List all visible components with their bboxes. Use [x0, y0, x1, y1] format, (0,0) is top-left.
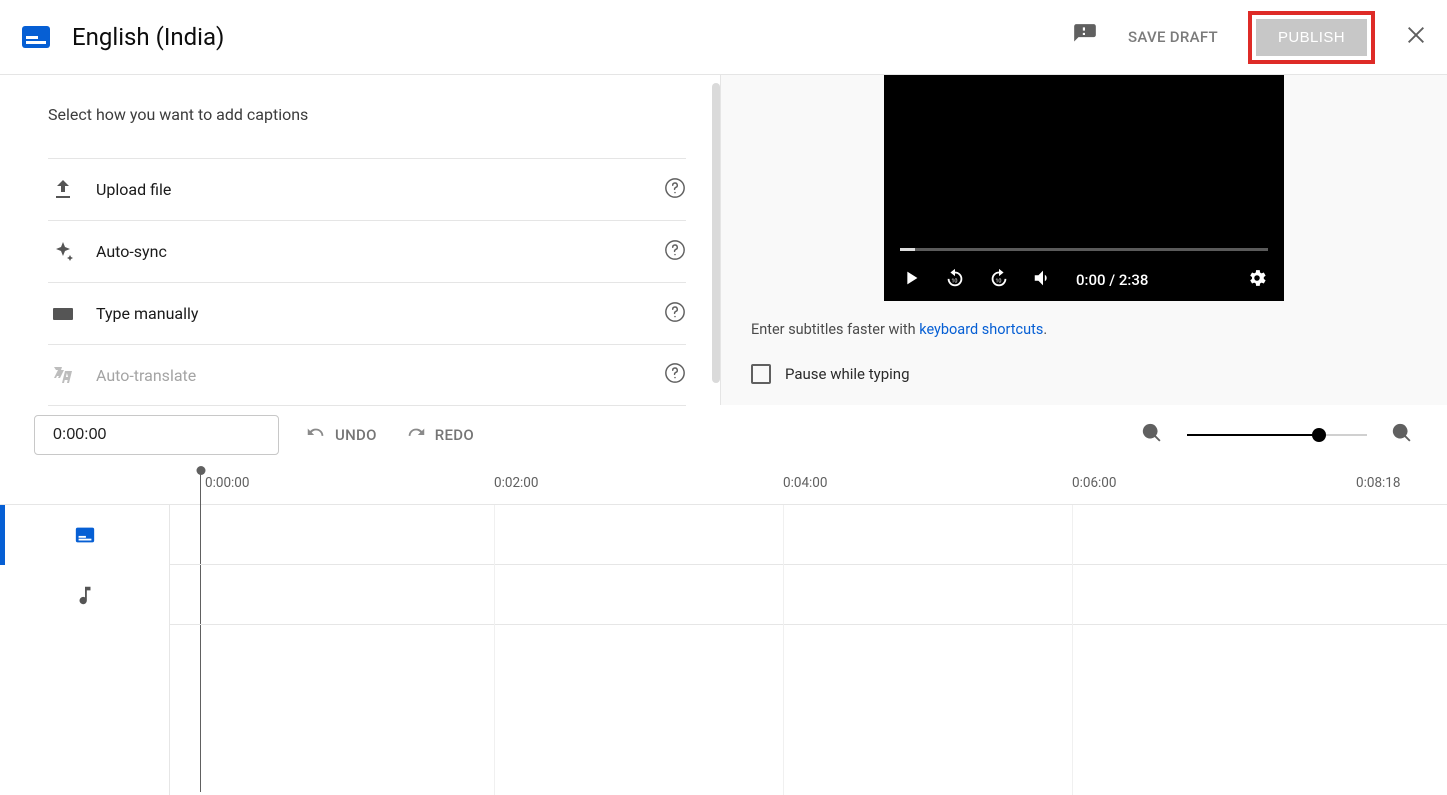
header-left: English (India)	[22, 23, 224, 51]
zoom-slider[interactable]	[1187, 434, 1367, 436]
keyboard-shortcuts-link[interactable]: keyboard shortcuts	[919, 321, 1043, 338]
track-row-audio[interactable]	[170, 565, 1447, 625]
publish-highlight: PUBLISH	[1248, 11, 1375, 64]
undo-label: UNDO	[335, 426, 377, 444]
upload-icon	[48, 178, 78, 202]
publish-button[interactable]: PUBLISH	[1256, 19, 1367, 56]
zoom-out-icon[interactable]	[1141, 422, 1163, 448]
redo-label: REDO	[435, 426, 474, 444]
timeline-controls: UNDO REDO	[0, 405, 1447, 465]
timeline-tick: 0:08:18	[1356, 475, 1400, 491]
close-button[interactable]	[1405, 24, 1427, 50]
timecode-input[interactable]	[34, 415, 279, 455]
header-right: SAVE DRAFT PUBLISH	[1072, 11, 1427, 64]
track-sidebar	[0, 505, 170, 795]
svg-text:10: 10	[995, 279, 1001, 285]
zoom-controls	[1141, 422, 1413, 448]
pause-while-typing-row: Pause while typing	[751, 364, 1417, 384]
forward-10-icon[interactable]: 10	[988, 267, 1010, 293]
option-type-manually[interactable]: Type manually	[48, 282, 686, 344]
feedback-icon[interactable]	[1072, 22, 1098, 52]
track-row-subtitles[interactable]	[170, 505, 1447, 565]
option-label: Type manually	[96, 304, 664, 323]
settings-gear-icon[interactable]	[1246, 267, 1268, 293]
option-auto-sync[interactable]: Auto-sync	[48, 220, 686, 282]
keyboard-icon	[48, 302, 78, 326]
language-title: English (India)	[72, 23, 224, 51]
play-icon[interactable]	[900, 267, 922, 293]
option-label: Upload file	[96, 180, 664, 199]
save-draft-button[interactable]: SAVE DRAFT	[1128, 28, 1218, 46]
timeline-tick: 0:04:00	[783, 475, 827, 491]
editor-header: English (India) SAVE DRAFT PUBLISH	[0, 0, 1447, 75]
undo-button[interactable]: UNDO	[305, 424, 377, 446]
option-label: Auto-translate	[96, 366, 664, 385]
volume-icon[interactable]	[1032, 267, 1054, 293]
option-label: Auto-sync	[96, 242, 664, 261]
timeline-ruler[interactable]: 0:00:00 0:02:00 0:04:00 0:06:00 0:08:18	[0, 465, 1447, 505]
zoom-in-icon[interactable]	[1391, 422, 1413, 448]
timeline-tick: 0:00:00	[205, 475, 249, 491]
editor-body: Select how you want to add captions Uplo…	[0, 75, 1447, 405]
scrollbar[interactable]	[712, 83, 720, 383]
help-icon[interactable]	[664, 362, 686, 388]
video-time: 0:00 / 2:38	[1076, 271, 1148, 289]
video-player[interactable]: 10 10 0:00 / 2:38	[884, 75, 1284, 301]
option-auto-translate: Auto-translate	[48, 344, 686, 406]
timeline-tick: 0:02:00	[494, 475, 538, 491]
track-body[interactable]	[170, 505, 1447, 795]
caption-method-panel: Select how you want to add captions Uplo…	[0, 75, 720, 405]
track-tab-audio[interactable]	[0, 565, 169, 625]
timeline-tick: 0:06:00	[1072, 475, 1116, 491]
keyboard-hint: Enter subtitles faster with keyboard sho…	[751, 321, 1417, 338]
hint-prefix: Enter subtitles faster with	[751, 321, 919, 338]
help-icon[interactable]	[664, 239, 686, 265]
undo-redo-group: UNDO REDO	[305, 424, 474, 446]
sparkle-icon	[48, 240, 78, 264]
video-progress[interactable]	[900, 248, 1268, 251]
hint-suffix: .	[1043, 321, 1047, 338]
caption-method-list: Upload file Auto-sync Type manually	[48, 158, 686, 406]
rewind-10-icon[interactable]: 10	[944, 267, 966, 293]
pause-while-typing-checkbox[interactable]	[751, 364, 771, 384]
help-icon[interactable]	[664, 177, 686, 203]
video-progress-fill	[900, 248, 915, 251]
track-tab-subtitles[interactable]	[0, 505, 169, 565]
video-controls: 10 10 0:00 / 2:38	[884, 267, 1284, 293]
option-upload-file[interactable]: Upload file	[48, 158, 686, 220]
translate-icon	[48, 363, 78, 387]
zoom-slider-handle[interactable]	[1312, 428, 1326, 442]
select-caption-heading: Select how you want to add captions	[48, 105, 686, 124]
svg-text:10: 10	[951, 279, 957, 285]
preview-panel: 10 10 0:00 / 2:38 Enter subtitles faster…	[720, 75, 1447, 405]
pause-while-typing-label: Pause while typing	[785, 365, 910, 383]
redo-button[interactable]: REDO	[405, 424, 474, 446]
help-icon[interactable]	[664, 301, 686, 327]
timeline-tracks	[0, 505, 1447, 795]
subtitles-icon	[22, 26, 50, 48]
